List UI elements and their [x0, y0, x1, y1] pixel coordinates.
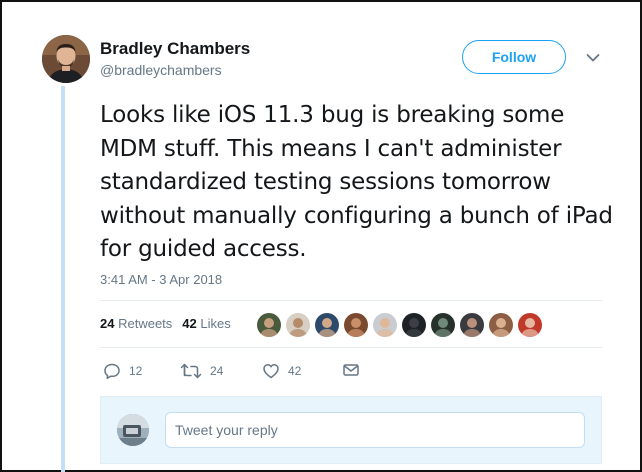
tweet-stats: 24 Retweets 42 Likes: [100, 316, 231, 331]
follow-button[interactable]: Follow: [462, 40, 566, 74]
reply-avatar: [117, 414, 149, 446]
retweets-count: 24: [100, 316, 115, 331]
heart-icon: [262, 362, 280, 380]
liker-avatar[interactable]: [373, 313, 397, 337]
chevron-down-icon[interactable]: [582, 48, 604, 68]
reply-icon: [103, 362, 121, 380]
liker-avatar[interactable]: [518, 313, 542, 337]
retweets-stat[interactable]: 24 Retweets: [100, 316, 172, 331]
reply-count: 12: [129, 364, 143, 378]
liker-avatar[interactable]: [286, 313, 310, 337]
liker-avatar[interactable]: [257, 313, 281, 337]
like-count: 42: [288, 364, 302, 378]
liker-avatar[interactable]: [402, 313, 426, 337]
liker-avatar[interactable]: [431, 313, 455, 337]
like-action[interactable]: 42: [262, 362, 301, 380]
envelope-icon: [342, 362, 360, 378]
direct-message-action[interactable]: [342, 362, 360, 378]
tweet-card: Bradley Chambers @bradleychambers Follow…: [0, 0, 642, 472]
likes-stat[interactable]: 42 Likes: [182, 316, 230, 331]
author-avatar[interactable]: [42, 35, 90, 83]
retweet-icon: [180, 362, 202, 380]
retweet-action[interactable]: 24: [180, 362, 223, 380]
retweets-label: Retweets: [118, 316, 173, 331]
liker-avatar[interactable]: [489, 313, 513, 337]
divider: [100, 300, 602, 301]
liker-avatar[interactable]: [460, 313, 484, 337]
divider: [100, 347, 602, 348]
author-handle[interactable]: @bradleychambers: [100, 62, 222, 78]
reply-input[interactable]: [165, 412, 585, 448]
tweet-text: Looks like iOS 11.3 bug is breaking some…: [100, 102, 613, 262]
liker-avatar[interactable]: [315, 313, 339, 337]
thread-line: [61, 86, 65, 472]
likes-count: 42: [182, 316, 197, 331]
reply-box: [100, 396, 602, 464]
tweet-timestamp[interactable]: 3:41 AM - 3 Apr 2018: [100, 272, 222, 287]
liker-avatar[interactable]: [344, 313, 368, 337]
reply-action[interactable]: 12: [103, 362, 142, 380]
author-name[interactable]: Bradley Chambers: [100, 39, 250, 59]
liker-avatars: [257, 313, 542, 337]
retweet-count: 24: [210, 364, 224, 378]
likes-label: Likes: [200, 316, 231, 331]
